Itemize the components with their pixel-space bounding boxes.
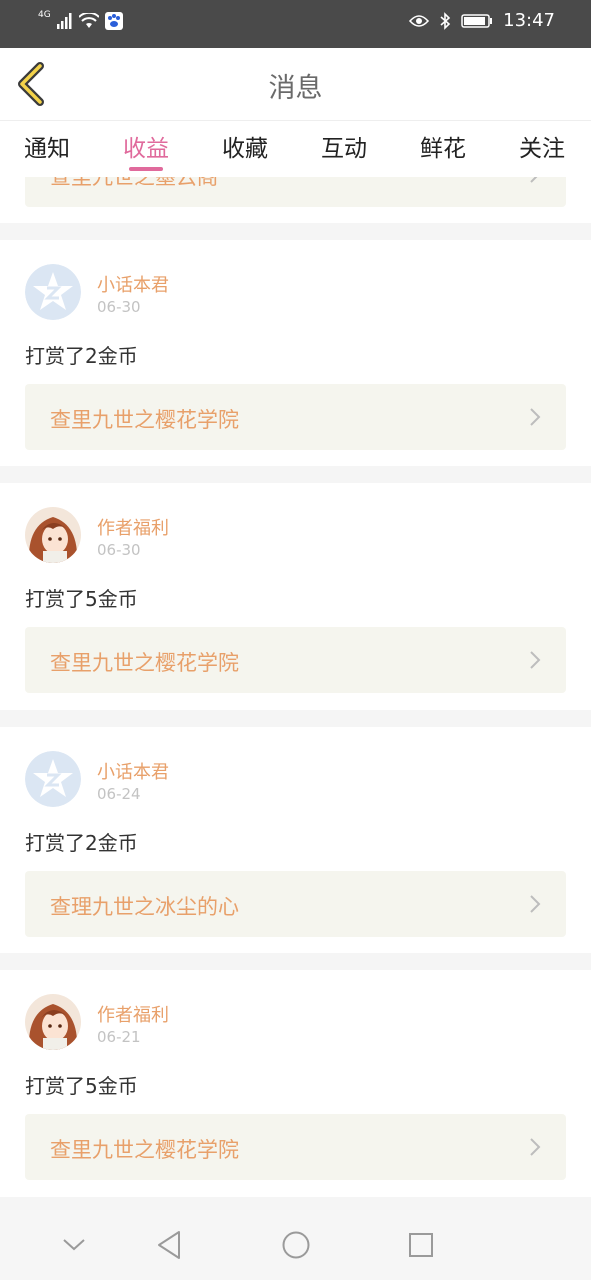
tab-flowers[interactable]: 鲜花 — [420, 129, 466, 163]
sender-name: 小话本君 — [97, 762, 169, 783]
tab-interaction[interactable]: 互动 — [321, 129, 367, 163]
sender-name: 作者福利 — [97, 518, 169, 539]
status-left: 4G — [38, 10, 123, 30]
network-type: 4G — [38, 10, 51, 20]
star-logo-icon — [25, 264, 81, 320]
avatar[interactable] — [25, 751, 81, 807]
back-triangle-icon[interactable] — [156, 1230, 182, 1260]
message-card: 小话本君 06-30 打赏了2金币 查里九世之樱花学院 — [0, 240, 591, 466]
chevron-right-icon — [530, 895, 541, 913]
book-title: 查里九世之樱花学院 — [50, 1138, 239, 1162]
book-link[interactable]: 查里九世之樱花学院 — [25, 384, 566, 450]
sender-name: 作者福利 — [97, 1005, 169, 1026]
home-circle-icon[interactable] — [281, 1230, 311, 1260]
system-nav-bar — [0, 1210, 591, 1280]
eye-icon — [409, 14, 430, 27]
star-logo-icon — [25, 751, 81, 807]
book-title: 查里九世之樱花学院 — [50, 408, 239, 432]
anime-girl-avatar-icon — [25, 507, 81, 563]
baidu-app-icon — [104, 12, 123, 30]
book-link[interactable]: 查里九世之樱花学院 — [25, 627, 566, 693]
battery-icon — [461, 13, 493, 28]
active-tab-indicator — [129, 167, 163, 171]
hide-nav-chevron-icon[interactable] — [62, 1238, 86, 1252]
book-title: 查里九世之墨云阁 — [50, 177, 218, 189]
chevron-right-icon — [530, 408, 541, 426]
tab-earnings[interactable]: 收益 — [123, 129, 169, 163]
message-text: 打赏了5金币 — [25, 1074, 138, 1098]
signal-icon — [56, 13, 72, 29]
sender-name: 小话本君 — [97, 275, 169, 296]
message-date: 06-21 — [97, 1028, 141, 1046]
book-link-partial[interactable]: 查里九世之墨云阁 — [25, 177, 566, 207]
book-link[interactable]: 查理九世之冰尘的心 — [25, 871, 566, 937]
message-tabs: 通知 收益 收藏 互动 鲜花 关注 — [0, 121, 591, 177]
chevron-right-icon — [530, 1138, 541, 1156]
anime-girl-avatar-icon — [25, 994, 81, 1050]
avatar[interactable] — [25, 994, 81, 1050]
message-text: 打赏了5金币 — [25, 587, 138, 611]
message-text: 打赏了2金币 — [25, 831, 138, 855]
message-card: 小话本君 06-24 打赏了2金币 查理九世之冰尘的心 — [0, 727, 591, 953]
message-card-partial: 查里九世之墨云阁 — [0, 177, 591, 223]
message-card: 作者福利 06-21 打赏了5金币 查里九世之樱花学院 — [0, 970, 591, 1197]
message-date: 06-24 — [97, 785, 141, 803]
clock: 13:47 — [503, 10, 555, 31]
chevron-right-icon — [530, 177, 538, 183]
avatar[interactable] — [25, 264, 81, 320]
status-bar: 4G 13:47 — [0, 0, 591, 48]
tab-favorites[interactable]: 收藏 — [222, 129, 268, 163]
message-card: 作者福利 06-30 打赏了5金币 查里九世之樱花学院 — [0, 483, 591, 710]
book-title: 查里九世之樱花学院 — [50, 651, 239, 675]
wifi-icon — [78, 13, 99, 28]
avatar[interactable] — [25, 507, 81, 563]
chevron-right-icon — [530, 651, 541, 669]
book-title: 查理九世之冰尘的心 — [50, 895, 239, 919]
top-app-bar: 消息 — [0, 48, 591, 121]
page-title: 消息 — [268, 73, 323, 104]
message-date: 06-30 — [97, 298, 141, 316]
status-right: 13:47 — [409, 10, 555, 31]
message-date: 06-30 — [97, 541, 141, 559]
book-link[interactable]: 查里九世之樱花学院 — [25, 1114, 566, 1180]
message-feed[interactable]: 查里九世之墨云阁 小话本君 06-30 打赏了2金币 查里九世之樱花学院 作者福… — [0, 177, 591, 1210]
message-text: 打赏了2金币 — [25, 344, 138, 368]
tab-following[interactable]: 关注 — [519, 129, 565, 163]
recents-square-icon[interactable] — [408, 1232, 434, 1258]
bluetooth-icon — [440, 11, 451, 30]
tab-notice[interactable]: 通知 — [24, 129, 70, 163]
